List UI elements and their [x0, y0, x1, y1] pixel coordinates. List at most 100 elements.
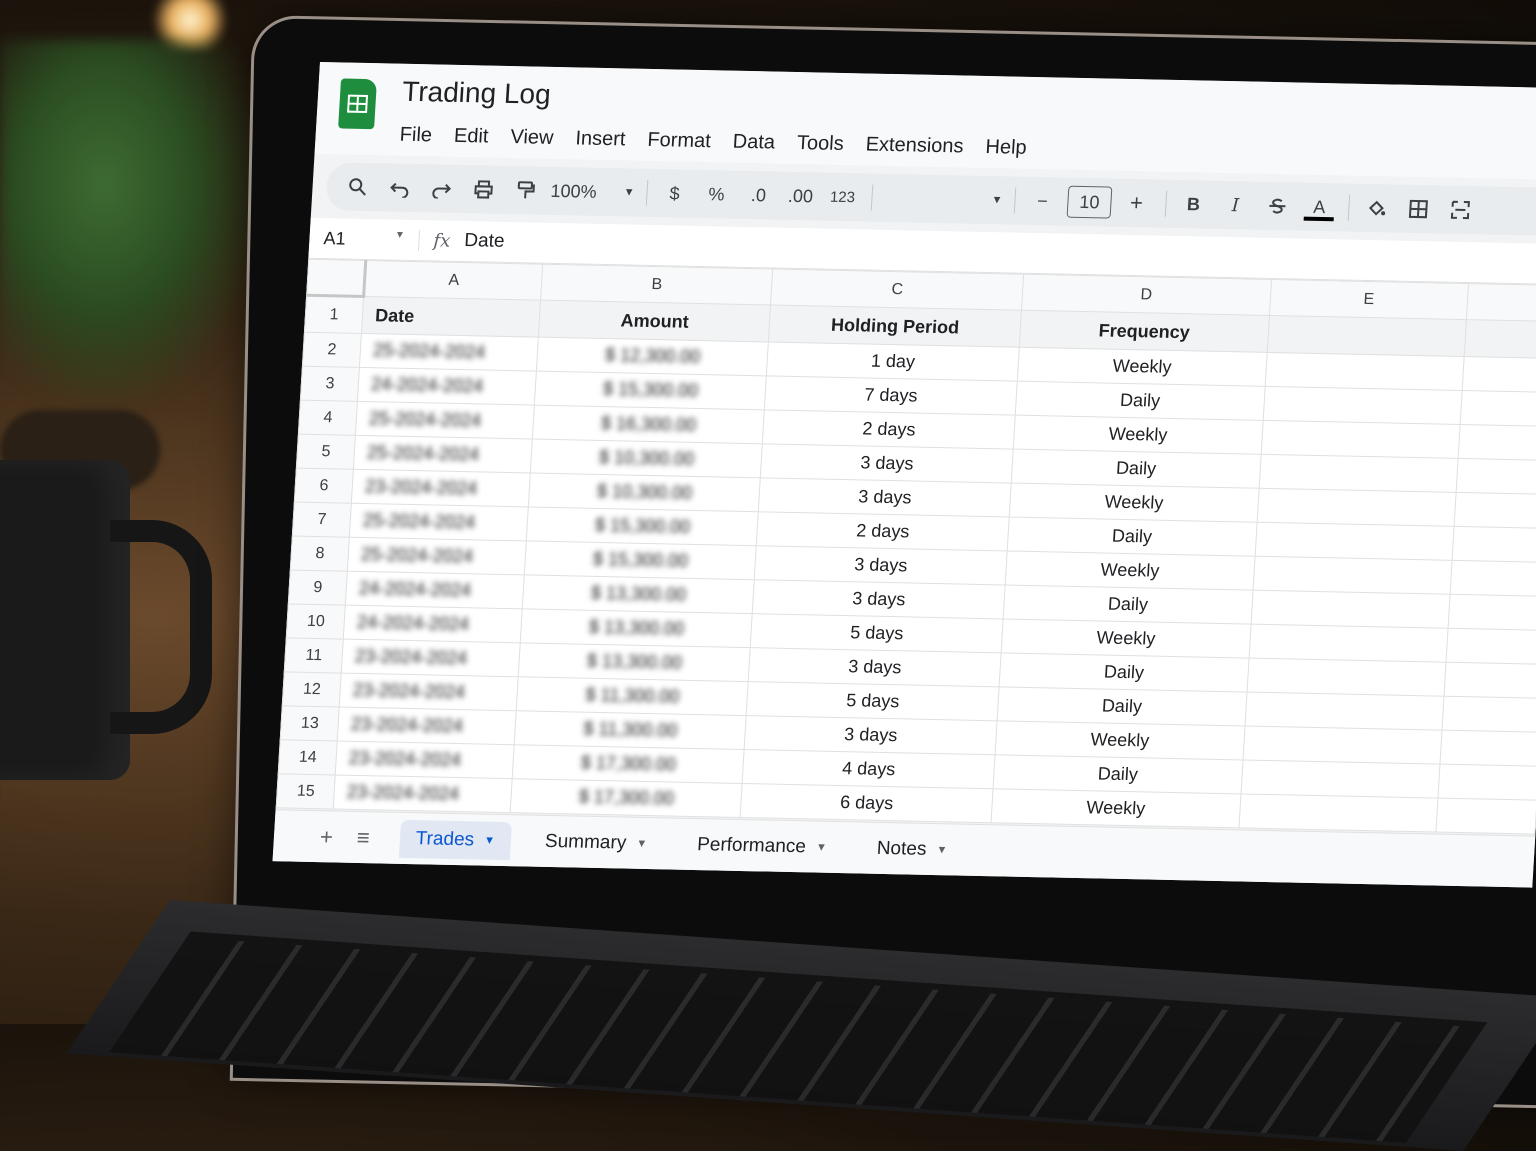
- row-number[interactable]: 13: [280, 706, 339, 741]
- date-cell[interactable]: 25-2024-2024: [354, 435, 533, 473]
- empty-cell[interactable]: [1450, 560, 1536, 596]
- add-sheet-button[interactable]: +: [319, 824, 333, 850]
- row-number[interactable]: 14: [278, 740, 337, 775]
- date-cell[interactable]: 24-2024-2024: [343, 605, 522, 643]
- decrease-font-size-button[interactable]: −: [1025, 185, 1061, 218]
- empty-cell[interactable]: [1448, 594, 1536, 630]
- date-cell[interactable]: 24-2024-2024: [345, 571, 524, 609]
- empty-cell[interactable]: [1436, 798, 1536, 834]
- holding-period-cell[interactable]: 6 days: [740, 784, 992, 823]
- date-cell[interactable]: 23-2024-2024: [337, 707, 516, 745]
- menu-edit[interactable]: Edit: [442, 125, 500, 149]
- date-cell[interactable]: 23-2024-2024: [335, 741, 514, 779]
- header-cell-frequency[interactable]: Frequency: [1019, 310, 1269, 352]
- menu-data[interactable]: Data: [721, 130, 787, 154]
- column-header-f[interactable]: [1466, 284, 1536, 322]
- empty-cell[interactable]: [1239, 794, 1438, 832]
- row-number[interactable]: 5: [296, 434, 355, 469]
- search-icon[interactable]: [340, 170, 376, 203]
- menu-help[interactable]: Help: [974, 136, 1038, 160]
- percent-format-button[interactable]: %: [699, 178, 735, 211]
- empty-cell[interactable]: [1460, 390, 1536, 426]
- date-cell[interactable]: 25-2024-2024: [350, 503, 529, 541]
- frequency-cell[interactable]: Daily: [999, 653, 1249, 692]
- increase-font-size-button[interactable]: +: [1119, 187, 1155, 220]
- all-sheets-button[interactable]: ≡: [356, 825, 370, 851]
- tab-summary[interactable]: Summary▼: [528, 823, 664, 864]
- header-cell-holding-period[interactable]: Holding Period: [769, 305, 1022, 347]
- empty-cell[interactable]: [1247, 658, 1446, 696]
- row-number[interactable]: 1: [304, 295, 363, 333]
- amount-cell[interactable]: $ 17,300.00: [510, 779, 742, 818]
- date-cell[interactable]: 23-2024-2024: [341, 639, 520, 677]
- bold-button[interactable]: B: [1176, 188, 1212, 221]
- frequency-cell[interactable]: Weekly: [1001, 619, 1251, 658]
- name-box[interactable]: A1▼: [309, 227, 420, 250]
- number-format-button[interactable]: 123: [825, 181, 861, 214]
- redo-icon[interactable]: [424, 172, 460, 205]
- column-header-e[interactable]: E: [1269, 279, 1468, 319]
- empty-cell[interactable]: [1464, 320, 1536, 359]
- row-number[interactable]: 11: [284, 638, 343, 673]
- empty-cell[interactable]: [1261, 420, 1460, 458]
- holding-period-cell[interactable]: 2 days: [757, 512, 1009, 551]
- header-cell-amount[interactable]: Amount: [539, 300, 771, 342]
- empty-cell[interactable]: [1243, 726, 1442, 764]
- empty-cell[interactable]: [1263, 386, 1462, 424]
- frequency-cell[interactable]: Daily: [1015, 381, 1265, 420]
- empty-cell[interactable]: [1257, 488, 1456, 526]
- empty-cell[interactable]: [1245, 692, 1444, 730]
- row-number[interactable]: 2: [302, 332, 361, 367]
- holding-period-cell[interactable]: 5 days: [747, 682, 999, 721]
- empty-cell[interactable]: [1438, 764, 1536, 800]
- date-cell[interactable]: 25-2024-2024: [356, 401, 535, 439]
- empty-cell[interactable]: [1440, 730, 1536, 766]
- strikethrough-icon[interactable]: [1259, 190, 1295, 223]
- column-header-b[interactable]: B: [541, 264, 773, 305]
- row-number[interactable]: 9: [288, 570, 347, 605]
- holding-period-cell[interactable]: 1 day: [767, 342, 1019, 381]
- holding-period-cell[interactable]: 7 days: [765, 376, 1017, 415]
- frequency-cell[interactable]: Weekly: [1009, 483, 1259, 522]
- row-number[interactable]: 12: [282, 672, 341, 707]
- row-number[interactable]: 3: [300, 366, 359, 401]
- empty-cell[interactable]: [1251, 590, 1450, 628]
- empty-cell[interactable]: [1249, 624, 1448, 662]
- menu-view[interactable]: View: [499, 126, 565, 150]
- holding-period-cell[interactable]: 3 days: [761, 444, 1013, 483]
- amount-cell[interactable]: $ 17,300.00: [512, 745, 744, 784]
- empty-cell[interactable]: [1255, 522, 1454, 560]
- column-header-d[interactable]: D: [1021, 274, 1271, 315]
- frequency-cell[interactable]: Weekly: [1005, 551, 1255, 590]
- frequency-cell[interactable]: Daily: [1003, 585, 1253, 624]
- formula-input[interactable]: Date: [464, 230, 505, 253]
- amount-cell[interactable]: $ 13,300.00: [518, 643, 750, 682]
- font-size-input[interactable]: 10: [1067, 186, 1113, 219]
- column-header-c[interactable]: C: [771, 269, 1024, 310]
- decrease-decimal-button[interactable]: .0: [741, 179, 777, 212]
- row-number[interactable]: 6: [294, 468, 353, 503]
- date-cell[interactable]: 23-2024-2024: [333, 775, 512, 813]
- holding-period-cell[interactable]: 2 days: [763, 410, 1015, 449]
- row-number[interactable]: 8: [290, 536, 349, 571]
- tab-performance[interactable]: Performance▼: [680, 826, 844, 867]
- header-cell-date[interactable]: Date: [362, 296, 541, 337]
- font-family-select[interactable]: ▼: [882, 182, 1004, 216]
- frequency-cell[interactable]: Daily: [997, 687, 1247, 726]
- empty-cell[interactable]: [1462, 357, 1536, 393]
- text-color-button[interactable]: A: [1301, 191, 1337, 224]
- empty-cell[interactable]: [1241, 760, 1440, 798]
- holding-period-cell[interactable]: 3 days: [755, 546, 1007, 585]
- print-icon[interactable]: [466, 173, 502, 206]
- holding-period-cell[interactable]: 3 days: [759, 478, 1011, 517]
- row-number[interactable]: 4: [298, 400, 357, 435]
- menu-extensions[interactable]: Extensions: [854, 133, 975, 158]
- frequency-cell[interactable]: Daily: [1007, 517, 1257, 556]
- menu-tools[interactable]: Tools: [785, 132, 855, 156]
- paint-format-icon[interactable]: [508, 174, 544, 207]
- document-title[interactable]: Trading Log: [401, 76, 551, 111]
- empty-cell[interactable]: [1458, 424, 1536, 460]
- amount-cell[interactable]: $ 13,300.00: [520, 609, 752, 648]
- empty-cell[interactable]: [1454, 492, 1536, 528]
- date-cell[interactable]: 24-2024-2024: [358, 367, 537, 405]
